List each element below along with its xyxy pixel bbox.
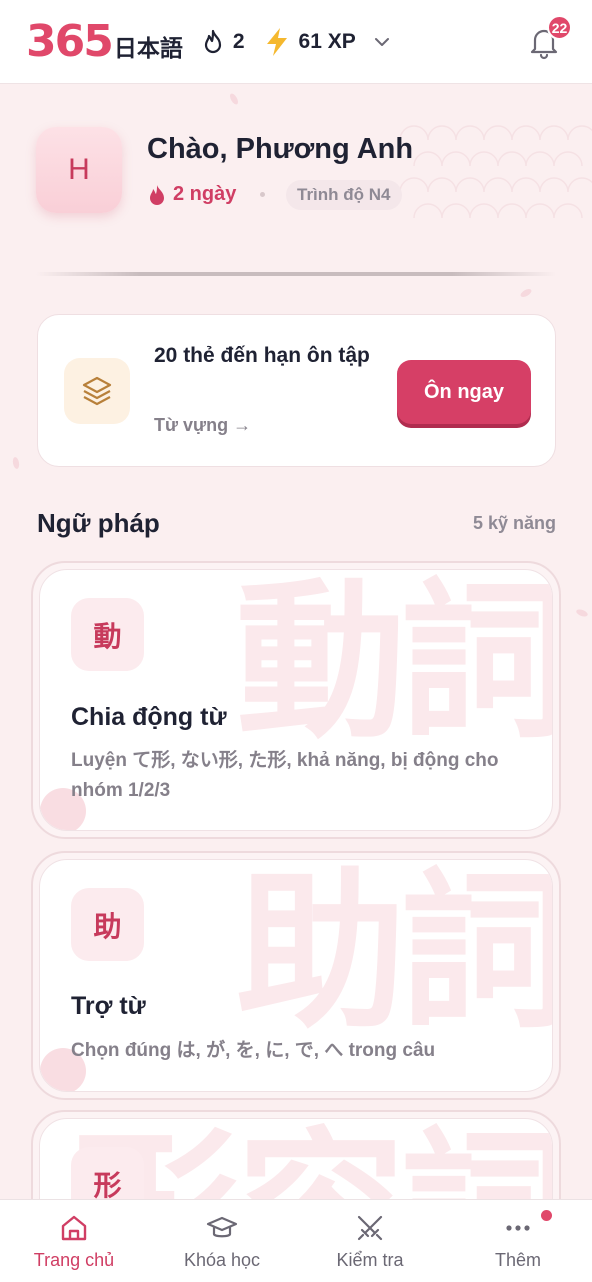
- skill-title: Chia động từ: [71, 703, 227, 731]
- petal-decoration: [228, 92, 240, 106]
- streak-count: 2: [232, 29, 245, 53]
- section-title: Ngữ pháp: [37, 508, 160, 538]
- nav-label: Thêm: [494, 1250, 541, 1270]
- wave-pattern-decoration: [400, 125, 592, 219]
- chevron-down-icon[interactable]: [374, 37, 390, 47]
- divider: [36, 272, 556, 276]
- bottom-navigation: Trang chủ Khóa học Kiểm tra Thêm: [0, 1199, 592, 1282]
- skill-kanji-badge: 助: [71, 888, 144, 961]
- more-icon: [506, 1225, 530, 1231]
- streak-stat[interactable]: 2: [201, 29, 245, 55]
- nav-label: Trang chủ: [33, 1250, 115, 1270]
- layers-icon: [64, 358, 130, 424]
- nav-more[interactable]: Thêm: [444, 1200, 592, 1282]
- separator-dot: [260, 192, 265, 197]
- lightning-icon: [266, 27, 287, 56]
- nav-label: Kiểm tra: [336, 1250, 404, 1270]
- section-count: 5 kỹ năng: [472, 513, 556, 533]
- petal-decoration: [12, 456, 20, 470]
- review-card[interactable]: 20 thẻ đến hạn ôn tập Từ vựng → Ôn ngay: [37, 314, 556, 467]
- petal-decoration: [575, 608, 589, 618]
- nav-courses[interactable]: Khóa học: [148, 1200, 296, 1282]
- review-now-button[interactable]: Ôn ngay: [397, 360, 531, 424]
- greeting-title: Chào, Phương Anh: [147, 133, 414, 165]
- skill-background-text: 動詞: [235, 569, 553, 762]
- logo-japanese-text: 日本語: [113, 35, 183, 62]
- nav-label: Khóa học: [183, 1250, 261, 1270]
- streak-days: 2 ngày: [148, 183, 236, 206]
- review-title: 20 thẻ đến hạn ôn tập: [154, 344, 370, 367]
- skill-background-text: 助詞: [235, 859, 553, 1052]
- home-icon: [61, 1215, 87, 1241]
- flame-outline-icon: [204, 29, 221, 53]
- nav-tests[interactable]: Kiểm tra: [296, 1200, 444, 1282]
- level-badge: Trình độ N4: [286, 180, 402, 210]
- skill-description: Luyện て形, ない形, た形, khả năng, bị động cho…: [71, 750, 499, 801]
- avatar[interactable]: H: [36, 127, 122, 213]
- app-logo[interactable]: 365 日本語: [26, 15, 183, 67]
- petal-decoration: [519, 287, 533, 299]
- notification-badge: 22: [547, 15, 572, 40]
- top-bar: 365 日本語 2 61 XP 22: [0, 0, 592, 84]
- logo-number: 365: [26, 15, 114, 67]
- streak-days-label: 2 ngày: [173, 183, 237, 205]
- skill-description: Chọn đúng は, が, を, に, で, へ trong câu: [71, 1040, 436, 1061]
- skill-card-inner: 助詞 助 Trợ từ Chọn đúng は, が, を, に, で, へ t…: [39, 859, 553, 1092]
- skill-title: Trợ từ: [71, 992, 146, 1020]
- skill-card[interactable]: 助詞 助 Trợ từ Chọn đúng は, が, を, に, で, へ t…: [31, 851, 561, 1100]
- crossed-swords-icon: [357, 1215, 383, 1241]
- skill-card[interactable]: 動詞 動 Chia động từ Luyện て形, ない形, た形, khả…: [31, 561, 561, 839]
- notification-dot: [541, 1210, 552, 1221]
- graduation-cap-icon: [206, 1216, 238, 1238]
- flame-icon: [150, 184, 164, 205]
- nav-home[interactable]: Trang chủ: [0, 1200, 148, 1282]
- skill-card-inner: 動詞 動 Chia động từ Luyện て形, ない形, た形, khả…: [39, 569, 553, 831]
- review-category-link[interactable]: Từ vựng →: [154, 415, 251, 436]
- xp-label: 61 XP: [298, 29, 356, 53]
- skill-kanji-badge: 動: [71, 598, 144, 671]
- xp-stat[interactable]: 61 XP: [263, 27, 356, 57]
